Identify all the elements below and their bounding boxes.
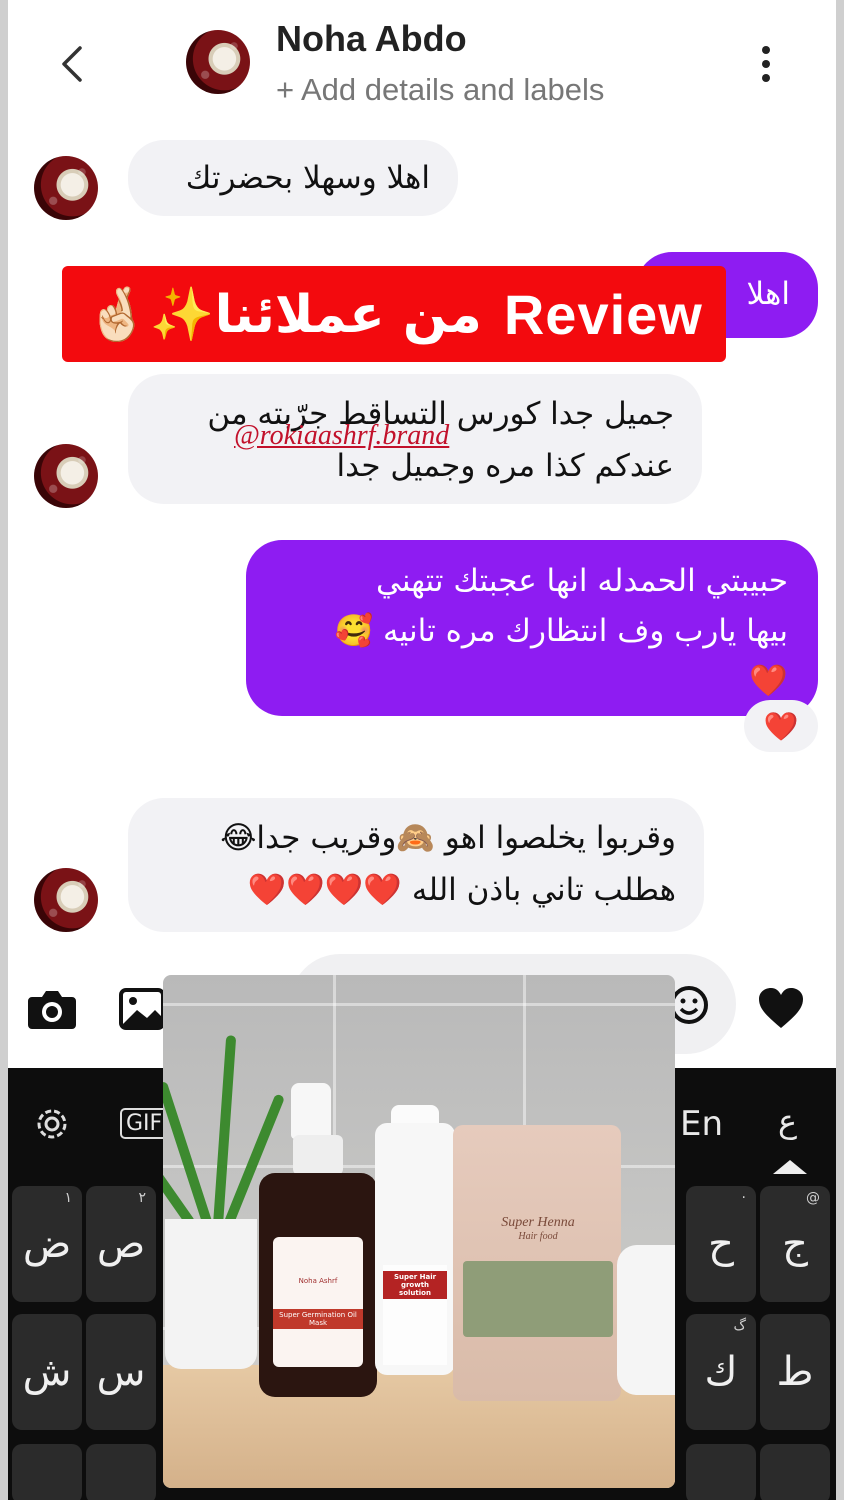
collapse-keyboard-button[interactable] (770, 1156, 810, 1178)
gallery-button[interactable] (118, 984, 166, 1034)
camera-icon (28, 991, 76, 1029)
message-line: وقربوا يخلصوا اهو 🙈وقريب جدا😂 (220, 820, 676, 856)
watermark-handle: @rokiaashrf.brand (234, 420, 450, 451)
add-details-link[interactable]: + Add details and labels (276, 72, 604, 108)
plant-leaf (163, 1080, 213, 1227)
oil-label-text: Super Germination Oil Mask (273, 1309, 363, 1329)
heart-icon (759, 988, 803, 1028)
message-bubble-outgoing[interactable]: حبيبتي الحمدله انها عجبتك تتهني بيها يار… (246, 540, 818, 716)
sender-avatar[interactable] (34, 444, 98, 508)
message-line: حبيبتي الحمدله انها عجبتك تتهني (376, 563, 788, 599)
key-sad[interactable]: ٢ص (86, 1186, 156, 1302)
gear-icon (37, 1109, 67, 1139)
message-line: ❤️ (749, 663, 788, 699)
reaction-badge[interactable]: ❤️ (744, 700, 818, 752)
message-line: هطلب تاني باذن الله ❤️❤️❤️❤️ (247, 872, 676, 908)
more-options-button[interactable] (748, 40, 784, 88)
back-button[interactable] (52, 40, 92, 88)
gif-key[interactable]: GIF (120, 1108, 169, 1139)
like-button[interactable] (754, 982, 808, 1034)
message-line: بيها يارب وف انتظارك مره تانيه 🥰 (334, 613, 788, 649)
banner-arabic-text: من عملائنا✨🤞🏻 (85, 284, 482, 345)
key-kaf[interactable]: گك (686, 1314, 756, 1430)
key-jeem[interactable]: @ ج (760, 1186, 830, 1302)
banner-review-text: Review (503, 282, 703, 346)
contact-name[interactable]: Noha Abdo (276, 18, 467, 60)
henna-label: Super Henna Hair food (501, 1215, 575, 1242)
solution-label-text: Super Hair growth solution (383, 1271, 447, 1299)
review-banner: من عملائنا✨🤞🏻 Review (62, 266, 726, 362)
towel (617, 1245, 675, 1395)
contact-avatar[interactable] (186, 30, 250, 94)
heart-reaction-icon: ❤️ (763, 709, 799, 743)
key-tah[interactable]: ط (760, 1314, 830, 1430)
dot-icon (762, 46, 770, 54)
frame-edge-right (836, 0, 844, 1500)
chevron-up-icon (773, 1160, 807, 1174)
language-ar-key[interactable]: ع (778, 1102, 797, 1140)
message-bubble-incoming[interactable]: وقربوا يخلصوا اهو 🙈وقريب جدا😂 هطلب تاني … (128, 798, 704, 932)
key-hah[interactable]: · ح (686, 1186, 756, 1302)
product-photo: Noha Ashrf Super Germination Oil Mask Su… (163, 975, 675, 1488)
solution-bottle-label: Super Hair growth solution (383, 1265, 447, 1365)
dot-icon (762, 60, 770, 68)
message-bubble-incoming[interactable]: اهلا وسهلا بحضرتك (128, 140, 458, 216)
tile-line (163, 1003, 675, 1006)
henna-window (463, 1261, 613, 1337)
message-text: اهلا (746, 276, 790, 312)
language-en-key[interactable]: En (680, 1104, 723, 1144)
key-sheen[interactable]: ش (12, 1314, 82, 1430)
spray-nozzle (291, 1083, 331, 1139)
key-row-partial[interactable] (686, 1444, 756, 1500)
oil-bottle-label: Noha Ashrf Super Germination Oil Mask (273, 1237, 363, 1367)
bottle-cap (293, 1135, 343, 1175)
key-seen[interactable]: س (86, 1314, 156, 1430)
oil-brand-text: Noha Ashrf (298, 1277, 338, 1285)
key-row-partial[interactable] (760, 1444, 830, 1500)
chevron-left-icon (62, 46, 82, 82)
plant-pot (165, 1219, 257, 1369)
settings-key[interactable] (30, 1102, 74, 1146)
dot-icon (762, 74, 770, 82)
camera-button[interactable] (24, 984, 80, 1034)
sender-avatar[interactable] (34, 868, 98, 932)
emoji-icon (670, 986, 708, 1024)
key-row-partial[interactable] (12, 1444, 82, 1500)
gallery-icon (119, 988, 165, 1030)
key-row-partial[interactable] (86, 1444, 156, 1500)
message-text: اهلا وسهلا بحضرتك (185, 160, 430, 196)
sender-avatar[interactable] (34, 156, 98, 220)
frame-edge-left (0, 0, 8, 1500)
key-dad[interactable]: ١ض (12, 1186, 82, 1302)
